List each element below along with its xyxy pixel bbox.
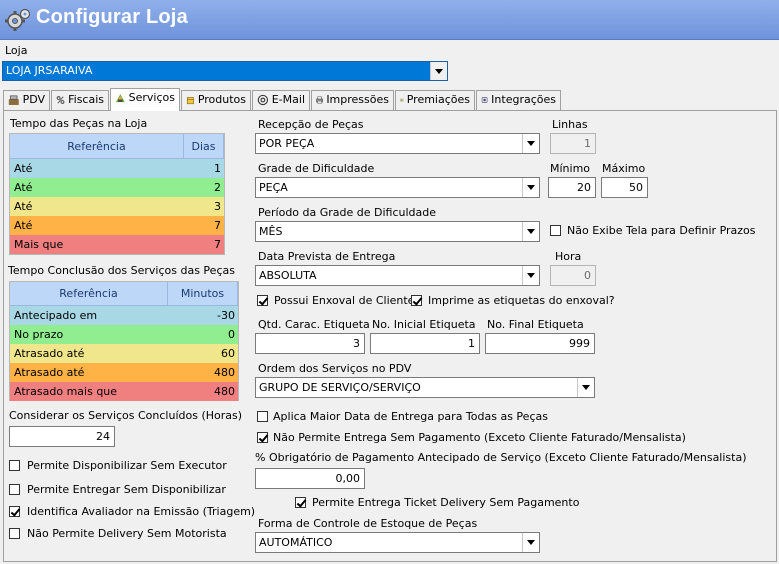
tab-produtos[interactable]: Produtos bbox=[181, 90, 251, 110]
qtd-carac-label: Qtd. Carac. Etiqueta bbox=[258, 318, 370, 331]
permite-entregar-checkbox[interactable] bbox=[9, 484, 20, 495]
minimo-input[interactable]: 20 bbox=[548, 177, 596, 198]
no-inicial-label: No. Inicial Etiqueta bbox=[372, 318, 476, 331]
tab-servicos[interactable]: Serviços bbox=[110, 88, 180, 111]
chevron-down-icon[interactable] bbox=[522, 134, 539, 153]
obrigatorio-input[interactable]: 0,00 bbox=[255, 468, 365, 489]
minimo-label: Mínimo bbox=[550, 162, 591, 175]
permite-entregar-label: Permite Entregar Sem Disponibilizar bbox=[27, 483, 226, 496]
box-icon bbox=[186, 97, 194, 105]
tab-pdv[interactable]: PDV bbox=[3, 90, 50, 110]
header-dias: Dias bbox=[184, 134, 224, 159]
tab-fiscais[interactable]: Fiscais bbox=[51, 90, 109, 110]
hora-label: Hora bbox=[555, 250, 582, 263]
table-row[interactable]: Mais que 7 bbox=[10, 235, 224, 254]
table-row[interactable]: Até 7 bbox=[10, 216, 224, 235]
aplica-maior-checkbox[interactable] bbox=[257, 411, 268, 422]
tab-impressoes[interactable]: Impressões bbox=[311, 90, 394, 110]
data-prevista-select[interactable]: ABSOLUTA bbox=[255, 265, 540, 286]
chevron-down-icon[interactable] bbox=[522, 533, 539, 552]
chevron-down-icon[interactable] bbox=[522, 266, 539, 285]
hora-input[interactable]: 0 bbox=[550, 265, 596, 286]
at-sign-icon bbox=[257, 94, 269, 106]
enxoval-checkbox[interactable] bbox=[257, 295, 268, 306]
table-row[interactable]: Atrasado mais que 480 bbox=[10, 382, 238, 401]
maximo-label: Máximo bbox=[602, 162, 646, 175]
permite-disponibilizar-label: Permite Disponibilizar Sem Executor bbox=[27, 459, 227, 472]
printer-icon bbox=[316, 96, 324, 104]
linhas-input[interactable]: 1 bbox=[550, 133, 596, 154]
nao-permite-entrega-checkbox[interactable] bbox=[257, 432, 268, 443]
window-titlebar: Configurar Loja bbox=[0, 0, 779, 40]
header-referencia: Referência bbox=[10, 134, 184, 159]
aplica-maior-label: Aplica Maior Data de Entrega para Todas … bbox=[273, 410, 548, 423]
permite-disponibilizar-checkbox[interactable] bbox=[9, 460, 20, 471]
table-row[interactable]: No prazo 0 bbox=[10, 325, 238, 344]
no-inicial-input[interactable]: 1 bbox=[370, 333, 480, 354]
table-row[interactable]: Até 2 bbox=[10, 178, 224, 197]
chevron-down-icon[interactable] bbox=[577, 378, 594, 397]
header-minutos: Minutos bbox=[168, 282, 238, 306]
services-icon bbox=[115, 94, 125, 103]
data-prevista-label: Data Prevista de Entrega bbox=[258, 250, 396, 263]
loja-value: LOJA JRSARAIVA bbox=[6, 64, 93, 77]
tempo-servicos-grid[interactable]: Referência Minutos Antecipado em -30 No … bbox=[9, 281, 239, 401]
imprime-etiquetas-label: Imprime as etiquetas do enxoval? bbox=[428, 294, 615, 307]
loja-label: Loja bbox=[5, 44, 28, 57]
grade-select[interactable]: PEÇA bbox=[255, 177, 540, 198]
table-row[interactable]: Atrasado até 480 bbox=[10, 363, 238, 382]
table-row[interactable]: Atrasado até 60 bbox=[10, 344, 238, 363]
table-row[interactable]: Até 3 bbox=[10, 197, 224, 216]
forma-controle-label: Forma de Controle de Estoque de Peças bbox=[258, 517, 478, 530]
nao-permite-entrega-label: Não Permite Entrega Sem Pagamento (Excet… bbox=[273, 431, 686, 444]
integration-icon bbox=[481, 97, 488, 103]
tempo-servicos-title: Tempo Conclusão dos Serviços das Peças bbox=[8, 264, 235, 277]
identifica-avaliador-checkbox[interactable] bbox=[9, 506, 20, 517]
imprime-etiquetas-checkbox[interactable] bbox=[411, 295, 422, 306]
nao-exibe-label: Não Exibe Tela para Definir Prazos bbox=[567, 224, 756, 237]
window-title: Configurar Loja bbox=[36, 6, 188, 28]
recepcao-select[interactable]: POR PEÇA bbox=[255, 133, 540, 154]
tab-email[interactable]: E-Mail bbox=[252, 90, 310, 110]
tempo-pecas-grid[interactable]: Referência Dias Até 1 Até 2 Até 3 Até 7 … bbox=[9, 133, 225, 255]
loja-select[interactable]: LOJA JRSARAIVA bbox=[2, 61, 448, 81]
nao-exibe-checkbox[interactable] bbox=[550, 225, 561, 236]
tempo-pecas-title: Tempo das Peças na Loja bbox=[10, 117, 148, 130]
concluidos-label: Considerar os Serviços Concluídos (Horas… bbox=[9, 409, 243, 422]
maximo-input[interactable]: 50 bbox=[601, 177, 648, 198]
ticket-delivery-label: Permite Entrega Ticket Delivery Sem Paga… bbox=[312, 496, 580, 509]
enxoval-label: Possui Enxoval de Cliente bbox=[274, 294, 415, 307]
periodo-select[interactable]: MÊS bbox=[255, 221, 540, 242]
cash-register-icon bbox=[8, 95, 19, 105]
chevron-down-icon[interactable] bbox=[522, 178, 539, 197]
tab-premiacoes[interactable]: Premiações bbox=[395, 90, 475, 110]
concluidos-input[interactable]: 24 bbox=[9, 426, 115, 447]
award-icon bbox=[400, 98, 404, 102]
chevron-down-icon[interactable] bbox=[430, 62, 447, 80]
gears-icon bbox=[5, 8, 31, 31]
identifica-avaliador-label: Identifica Avaliador na Emissão (Triagem… bbox=[27, 505, 256, 518]
no-final-label: No. Final Etiqueta bbox=[487, 318, 584, 331]
no-final-input[interactable]: 999 bbox=[485, 333, 595, 354]
grade-label: Grade de Dificuldade bbox=[258, 162, 375, 175]
ordem-label: Ordem dos Serviços no PDV bbox=[258, 362, 412, 375]
nao-permite-delivery-label: Não Permite Delivery Sem Motorista bbox=[27, 527, 227, 540]
tab-integracoes[interactable]: Integrações bbox=[476, 90, 561, 110]
ticket-delivery-checkbox[interactable] bbox=[295, 497, 306, 508]
recepcao-label: Recepção de Peças bbox=[258, 118, 364, 131]
linhas-label: Linhas bbox=[552, 118, 588, 131]
percent-icon bbox=[56, 96, 65, 104]
header-referencia: Referência bbox=[10, 282, 168, 306]
nao-permite-delivery-checkbox[interactable] bbox=[9, 528, 20, 539]
ordem-select[interactable]: GRUPO DE SERVIÇO/SERVIÇO bbox=[255, 377, 595, 398]
forma-controle-select[interactable]: AUTOMÁTICO bbox=[255, 532, 540, 553]
table-row[interactable]: Até 1 bbox=[10, 159, 224, 178]
obrigatorio-label: % Obrigatório de Pagamento Antecipado de… bbox=[255, 451, 747, 464]
qtd-carac-input[interactable]: 3 bbox=[255, 333, 365, 354]
chevron-down-icon[interactable] bbox=[522, 222, 539, 241]
table-row[interactable]: Antecipado em -30 bbox=[10, 306, 238, 325]
periodo-label: Período da Grade de Dificuldade bbox=[258, 206, 437, 219]
